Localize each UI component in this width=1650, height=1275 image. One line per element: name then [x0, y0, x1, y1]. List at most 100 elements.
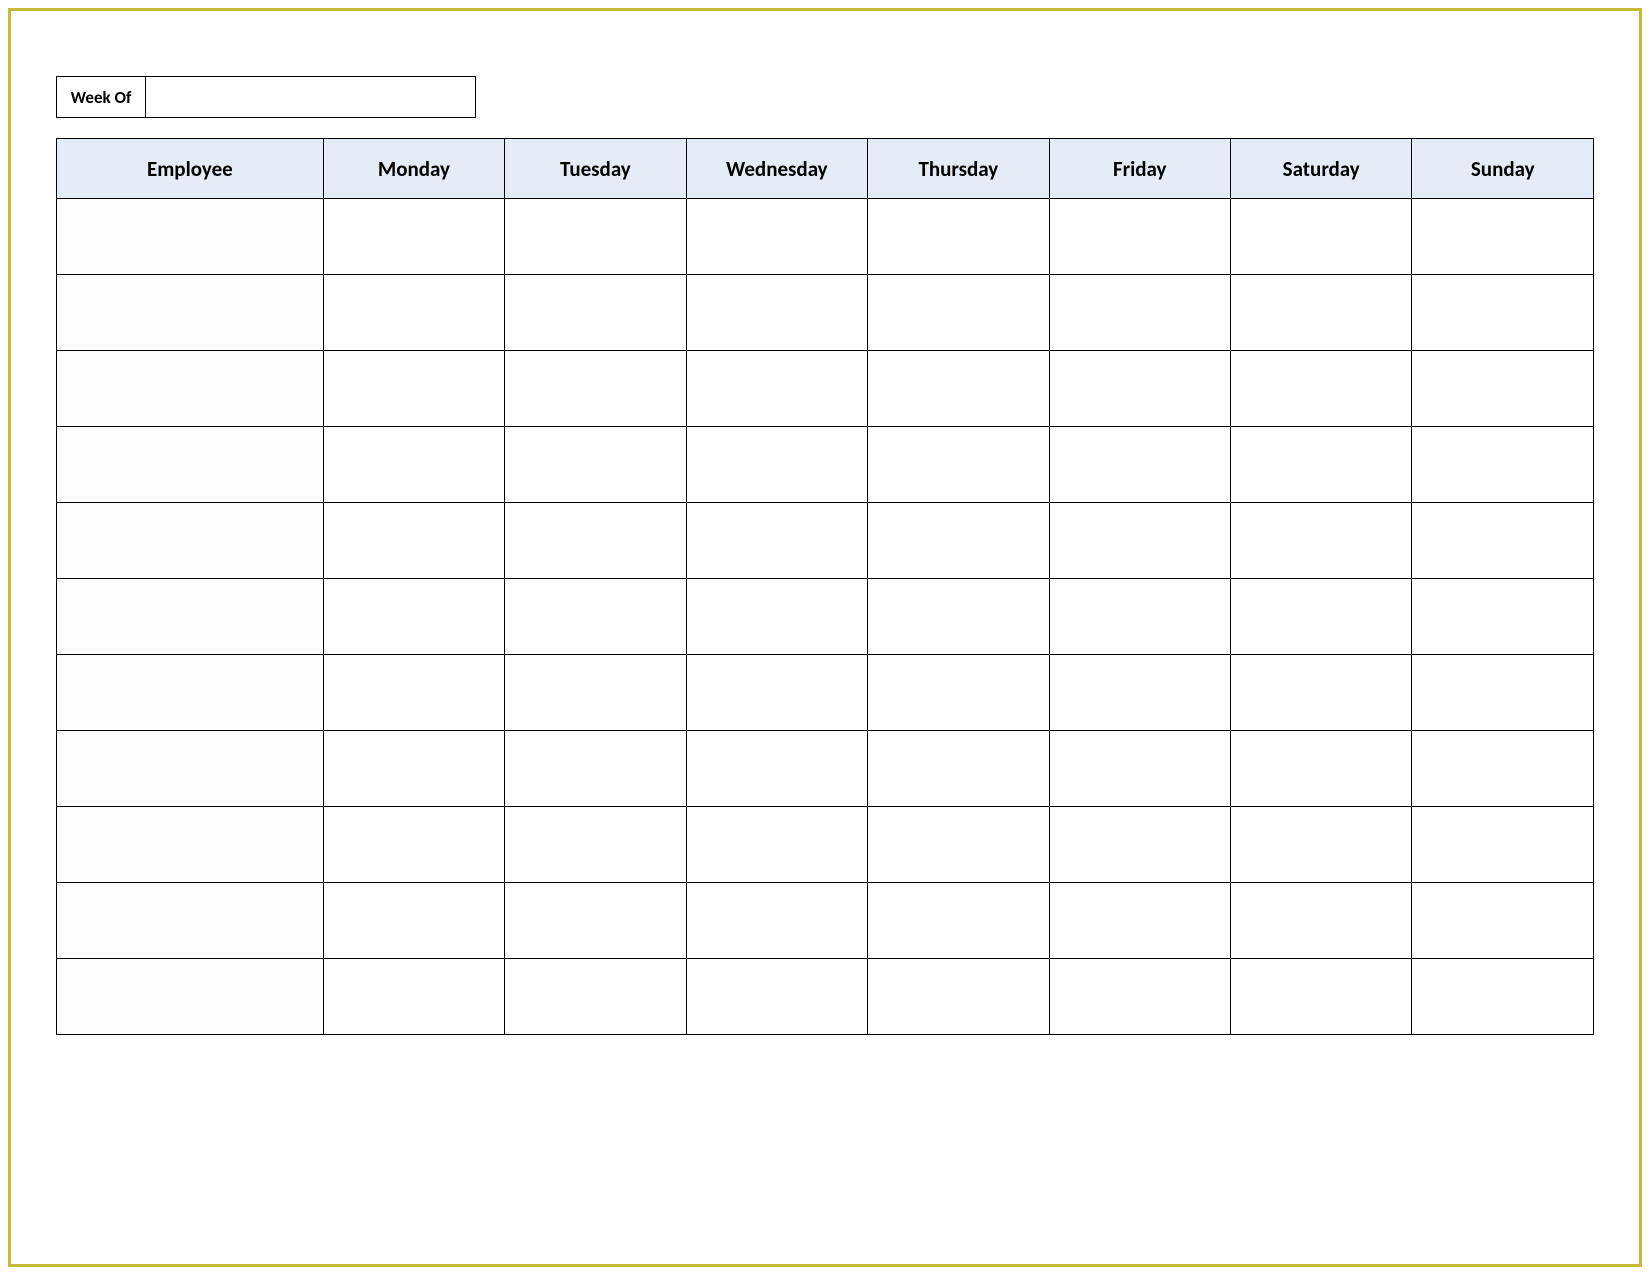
employee-cell[interactable]	[57, 503, 324, 579]
day-cell[interactable]	[1049, 731, 1230, 807]
day-cell[interactable]	[686, 199, 867, 275]
employee-cell[interactable]	[57, 275, 324, 351]
header-tuesday: Tuesday	[505, 139, 686, 199]
day-cell[interactable]	[868, 731, 1049, 807]
day-cell[interactable]	[686, 427, 867, 503]
day-cell[interactable]	[868, 807, 1049, 883]
day-cell[interactable]	[323, 807, 504, 883]
day-cell[interactable]	[1412, 199, 1594, 275]
table-row	[57, 427, 1594, 503]
employee-cell[interactable]	[57, 351, 324, 427]
week-of-container: Week Of	[56, 76, 1594, 118]
day-cell[interactable]	[1412, 731, 1594, 807]
day-cell[interactable]	[686, 959, 867, 1035]
day-cell[interactable]	[1049, 503, 1230, 579]
day-cell[interactable]	[1049, 579, 1230, 655]
day-cell[interactable]	[686, 275, 867, 351]
day-cell[interactable]	[323, 579, 504, 655]
day-cell[interactable]	[323, 959, 504, 1035]
day-cell[interactable]	[323, 199, 504, 275]
day-cell[interactable]	[868, 275, 1049, 351]
day-cell[interactable]	[1412, 503, 1594, 579]
table-row	[57, 807, 1594, 883]
content-area: Week Of Employee Monday Tuesday Wednesda…	[56, 76, 1594, 1035]
table-row	[57, 275, 1594, 351]
table-row	[57, 731, 1594, 807]
day-cell[interactable]	[505, 427, 686, 503]
table-body	[57, 199, 1594, 1035]
day-cell[interactable]	[1049, 807, 1230, 883]
day-cell[interactable]	[1412, 959, 1594, 1035]
day-cell[interactable]	[1412, 883, 1594, 959]
day-cell[interactable]	[505, 275, 686, 351]
day-cell[interactable]	[1230, 579, 1411, 655]
day-cell[interactable]	[323, 351, 504, 427]
day-cell[interactable]	[1230, 883, 1411, 959]
day-cell[interactable]	[1049, 275, 1230, 351]
day-cell[interactable]	[323, 427, 504, 503]
day-cell[interactable]	[1230, 427, 1411, 503]
day-cell[interactable]	[505, 351, 686, 427]
day-cell[interactable]	[686, 731, 867, 807]
day-cell[interactable]	[323, 503, 504, 579]
day-cell[interactable]	[686, 503, 867, 579]
day-cell[interactable]	[1049, 959, 1230, 1035]
employee-cell[interactable]	[57, 959, 324, 1035]
day-cell[interactable]	[505, 731, 686, 807]
day-cell[interactable]	[505, 883, 686, 959]
day-cell[interactable]	[1230, 959, 1411, 1035]
table-row	[57, 959, 1594, 1035]
day-cell[interactable]	[505, 655, 686, 731]
day-cell[interactable]	[1412, 275, 1594, 351]
day-cell[interactable]	[505, 199, 686, 275]
day-cell[interactable]	[1230, 351, 1411, 427]
day-cell[interactable]	[686, 351, 867, 427]
day-cell[interactable]	[686, 883, 867, 959]
day-cell[interactable]	[1412, 807, 1594, 883]
day-cell[interactable]	[323, 731, 504, 807]
day-cell[interactable]	[1230, 655, 1411, 731]
day-cell[interactable]	[1049, 427, 1230, 503]
day-cell[interactable]	[1412, 351, 1594, 427]
day-cell[interactable]	[1412, 427, 1594, 503]
employee-cell[interactable]	[57, 731, 324, 807]
employee-cell[interactable]	[57, 655, 324, 731]
employee-cell[interactable]	[57, 883, 324, 959]
day-cell[interactable]	[686, 579, 867, 655]
table-row	[57, 655, 1594, 731]
week-of-input[interactable]	[146, 76, 476, 118]
day-cell[interactable]	[868, 883, 1049, 959]
day-cell[interactable]	[323, 883, 504, 959]
day-cell[interactable]	[868, 427, 1049, 503]
day-cell[interactable]	[1049, 199, 1230, 275]
header-sunday: Sunday	[1412, 139, 1594, 199]
day-cell[interactable]	[1049, 883, 1230, 959]
day-cell[interactable]	[1049, 655, 1230, 731]
employee-cell[interactable]	[57, 427, 324, 503]
day-cell[interactable]	[1230, 807, 1411, 883]
day-cell[interactable]	[868, 503, 1049, 579]
day-cell[interactable]	[1049, 351, 1230, 427]
day-cell[interactable]	[868, 959, 1049, 1035]
day-cell[interactable]	[505, 579, 686, 655]
day-cell[interactable]	[1230, 199, 1411, 275]
day-cell[interactable]	[323, 275, 504, 351]
day-cell[interactable]	[686, 807, 867, 883]
employee-cell[interactable]	[57, 807, 324, 883]
day-cell[interactable]	[505, 807, 686, 883]
day-cell[interactable]	[868, 579, 1049, 655]
day-cell[interactable]	[868, 199, 1049, 275]
day-cell[interactable]	[1230, 731, 1411, 807]
day-cell[interactable]	[1412, 655, 1594, 731]
employee-cell[interactable]	[57, 579, 324, 655]
day-cell[interactable]	[505, 959, 686, 1035]
day-cell[interactable]	[1230, 275, 1411, 351]
day-cell[interactable]	[323, 655, 504, 731]
day-cell[interactable]	[1412, 579, 1594, 655]
day-cell[interactable]	[868, 351, 1049, 427]
day-cell[interactable]	[686, 655, 867, 731]
day-cell[interactable]	[1230, 503, 1411, 579]
day-cell[interactable]	[505, 503, 686, 579]
employee-cell[interactable]	[57, 199, 324, 275]
day-cell[interactable]	[868, 655, 1049, 731]
